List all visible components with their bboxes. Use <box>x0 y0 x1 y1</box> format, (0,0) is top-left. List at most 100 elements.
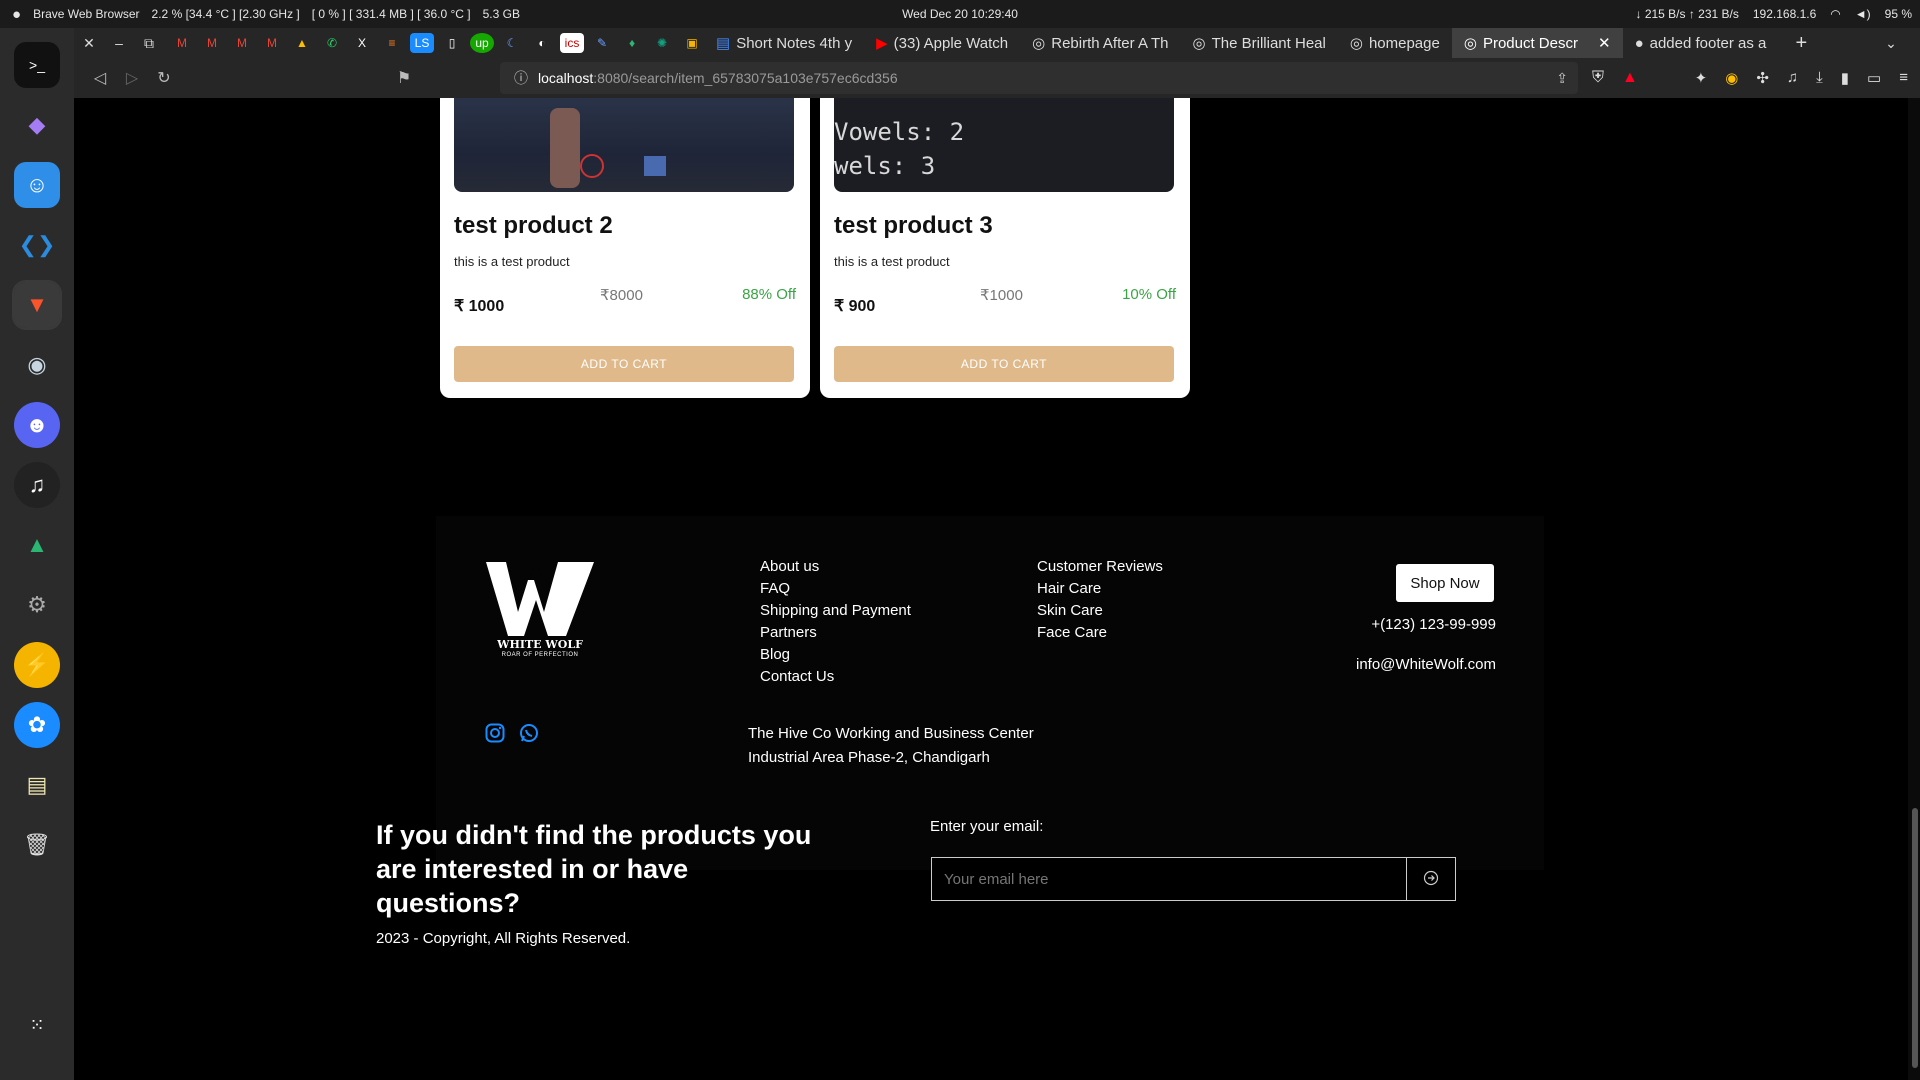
clock[interactable]: Wed Dec 20 10:29:40 <box>902 7 1018 21</box>
product-title[interactable]: test product 2 <box>454 212 613 240</box>
chatgpt-icon[interactable]: ✺ <box>650 33 674 53</box>
footer-email[interactable]: info@WhiteWolf.com <box>1356 656 1496 673</box>
drive-icon[interactable]: ▲ <box>290 33 314 53</box>
upwork-icon[interactable]: up <box>470 33 494 53</box>
footer-link-contact[interactable]: Contact Us <box>760 668 911 685</box>
gmail-icon[interactable]: M <box>230 33 254 53</box>
tab-brilliant-heal[interactable]: ◎ The Brilliant Heal <box>1181 28 1338 58</box>
brave-shields-icon[interactable]: ⛨ <box>1592 69 1604 87</box>
product-mrp: ₹1000 <box>980 287 1023 304</box>
scrollbar-thumb[interactable] <box>1912 808 1918 1068</box>
footer-link-blog[interactable]: Blog <box>760 646 911 663</box>
share-icon[interactable]: ⇪ <box>1556 70 1568 87</box>
close-window-icon[interactable]: ✕ <box>74 35 104 52</box>
download-icon[interactable]: ⤓ <box>1816 69 1823 87</box>
battery-level[interactable]: 95 % <box>1885 7 1912 21</box>
gmail-icon[interactable]: M <box>200 33 224 53</box>
tab-product-description[interactable]: ◎ Product Descr ✕ <box>1451 28 1623 58</box>
tab-homepage[interactable]: ◎ homepage <box>1338 28 1452 58</box>
volume-icon[interactable]: ◄) <box>1855 7 1871 21</box>
close-tab-icon[interactable]: ✕ <box>1598 34 1611 52</box>
product-title[interactable]: test product 3 <box>834 212 993 240</box>
vscode-icon[interactable]: ❮❯ <box>14 222 60 268</box>
tab-github[interactable]: ● added footer as a <box>1623 28 1779 58</box>
ics-icon[interactable]: ics <box>560 33 584 53</box>
maximize-window-icon[interactable]: ⧉ <box>134 35 164 52</box>
footer-link-shipping[interactable]: Shipping and Payment <box>760 602 911 619</box>
apple-icon[interactable]: ● <box>12 6 21 23</box>
back-icon[interactable]: ◁ <box>84 62 116 94</box>
whatsapp-icon[interactable]: ✆ <box>320 33 344 53</box>
toggle-icon[interactable]: ◐ <box>530 33 554 53</box>
sidebar-icon[interactable]: ▮ <box>1841 69 1849 87</box>
whatsapp-icon[interactable] <box>518 722 540 744</box>
terminal-icon[interactable]: >_ <box>14 42 60 88</box>
steam-icon[interactable]: ◉ <box>14 342 60 388</box>
footer-link-skin-care[interactable]: Skin Care <box>1037 602 1163 619</box>
thunder-icon[interactable]: ⚡ <box>14 642 60 688</box>
x-icon[interactable]: X <box>350 33 374 53</box>
product-card[interactable]: test product 2 this is a test product ₹ … <box>440 98 810 398</box>
pen-icon[interactable]: ✎ <box>590 33 614 53</box>
youtube-icon: ▶ <box>876 35 888 52</box>
address-line: The Hive Co Working and Business Center <box>748 725 1034 742</box>
footer-link-partners[interactable]: Partners <box>760 624 911 641</box>
tab-apple-watch[interactable]: ▶ (33) Apple Watch <box>864 28 1020 58</box>
footer-link-face-care[interactable]: Face Care <box>1037 624 1163 641</box>
discord-icon[interactable]: ☻ <box>14 402 60 448</box>
newsletter-email-input[interactable] <box>931 857 1407 901</box>
ls-icon[interactable]: LS <box>410 33 434 53</box>
gmail-icon[interactable]: M <box>170 33 194 53</box>
tab-short-notes[interactable]: ▤ Short Notes 4th y <box>704 28 864 58</box>
instagram-icon[interactable] <box>484 722 506 744</box>
chrome-extension-icon[interactable]: ◉ <box>1725 69 1738 87</box>
tab-list-chevron-icon[interactable]: ⌄ <box>1876 35 1906 52</box>
product-card[interactable]: Vowels: 2 wels: 3 test product 3 this is… <box>820 98 1190 398</box>
extension-icon[interactable]: ✦ <box>1695 69 1708 87</box>
address-bar[interactable]: ⓘ localhost:8080/search/item_65783075a10… <box>500 62 1578 94</box>
footer-link-reviews[interactable]: Customer Reviews <box>1037 558 1163 575</box>
brave-rewards-icon[interactable]: ▲ <box>1622 69 1638 87</box>
site-info-icon[interactable]: ⓘ <box>514 68 528 88</box>
menu-icon[interactable]: ≡ <box>1899 69 1908 87</box>
brave-icon[interactable]: ▼ <box>12 280 62 330</box>
newsletter-submit-button[interactable] <box>1406 857 1456 901</box>
obsidian-icon[interactable]: ◆ <box>14 102 60 148</box>
media-icon[interactable]: ♫ <box>1787 69 1798 87</box>
reload-icon[interactable]: ↻ <box>148 62 180 94</box>
bookmark-icon[interactable]: ⚑ <box>388 62 420 94</box>
new-tab-icon[interactable]: + <box>1786 32 1816 55</box>
wifi-icon[interactable]: ◠ <box>1830 7 1840 21</box>
launcher-grid-icon[interactable]: ⁙ <box>14 1002 60 1048</box>
page-scrollbar[interactable] <box>1908 98 1920 1080</box>
footer-link-about[interactable]: About us <box>760 558 911 575</box>
image-code-line: wels: 3 <box>834 152 936 180</box>
puzzle-icon[interactable]: ✣ <box>1756 69 1769 87</box>
gmail-icon[interactable]: M <box>260 33 284 53</box>
stack-icon[interactable]: ≡ <box>380 33 404 53</box>
monitor-icon[interactable]: ▲ <box>14 522 60 568</box>
box-icon[interactable]: ▣ <box>680 33 704 53</box>
add-to-cart-button[interactable]: ADD TO CART <box>834 346 1174 382</box>
footer-phone[interactable]: +(123) 123-99-999 <box>1371 616 1496 633</box>
moon-icon[interactable]: ☾ <box>500 33 524 53</box>
finder-icon[interactable]: ☺ <box>14 162 60 208</box>
product-image[interactable] <box>454 98 794 192</box>
tab-rebirth[interactable]: ◎ Rebirth After A Th <box>1020 28 1180 58</box>
settings-icon[interactable]: ⚙ <box>14 582 60 628</box>
white-wolf-logo[interactable]: WHITE WOLF ROAR OF PERFECTION <box>484 560 596 680</box>
trash-icon[interactable]: 🗑 <box>14 822 60 868</box>
product-image[interactable]: Vowels: 2 wels: 3 <box>834 98 1174 192</box>
add-to-cart-button[interactable]: ADD TO CART <box>454 346 794 382</box>
forward-icon[interactable]: ▷ <box>116 62 148 94</box>
music-icon[interactable]: ♫ <box>14 462 60 508</box>
footer-link-hair-care[interactable]: Hair Care <box>1037 580 1163 597</box>
gear-icon[interactable]: ✿ <box>14 702 60 748</box>
minimize-window-icon[interactable]: – <box>104 35 134 51</box>
notes-icon[interactable]: ▤ <box>14 762 60 808</box>
shop-now-button[interactable]: Shop Now <box>1396 564 1494 602</box>
leaf-icon[interactable]: ♦ <box>620 33 644 53</box>
footer-link-faq[interactable]: FAQ <box>760 580 911 597</box>
wallet-icon[interactable]: ▭ <box>1867 69 1881 87</box>
book-icon[interactable]: ▯ <box>440 33 464 53</box>
